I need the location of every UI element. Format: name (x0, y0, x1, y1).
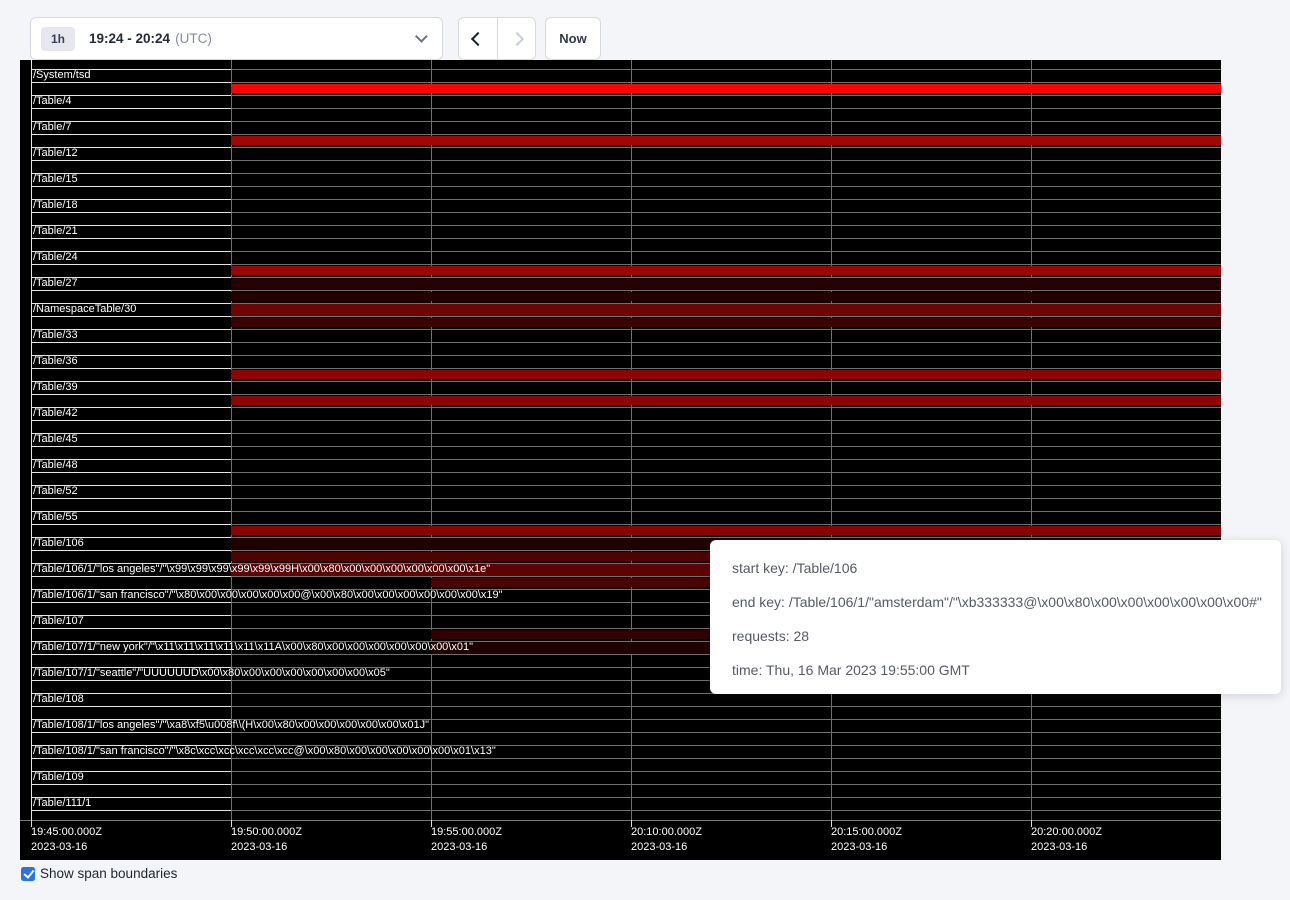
time-nav-group (458, 17, 536, 60)
row-label: /NamespaceTable/30 (33, 303, 136, 316)
heat-band (231, 292, 1221, 301)
row-label: /Table/15 (33, 173, 78, 186)
span-tooltip: start key: /Table/106 end key: /Table/10… (710, 540, 1281, 694)
chevron-right-icon (509, 31, 523, 45)
row-label: /Table/24 (33, 251, 78, 264)
toolbar: 1h 19:24 - 20:24 (UTC) Now (0, 17, 1290, 60)
heat-band (231, 266, 1221, 275)
duration-badge: 1h (41, 27, 75, 51)
row-label: /Table/108/1/"san francisco"/"\x8c\xcc\x… (33, 745, 496, 758)
tooltip-requests: requests: 28 (732, 619, 1263, 653)
heat-band (231, 370, 1221, 379)
row-label: /Table/48 (33, 459, 78, 472)
heat-band (231, 396, 1221, 405)
heat-band-fill (231, 278, 1221, 290)
time-gridline (231, 60, 232, 820)
heat-band (231, 526, 1221, 535)
show-span-boundaries-control[interactable]: Show span boundaries (21, 866, 177, 881)
row-label: /Table/52 (33, 485, 78, 498)
row-label: /Table/21 (33, 225, 78, 238)
time-range-label: 19:24 - 20:24 (89, 31, 170, 46)
row-label: /Table/107/1/"new york"/"\x11\x11\x11\x1… (33, 641, 473, 654)
row-label: /Table/108 (33, 693, 84, 706)
key-visualizer-heatmap[interactable]: /System/tsd/Table/4/Table/7/Table/12/Tab… (20, 60, 1221, 860)
row-label: /Table/106/1/"los angeles"/"\x99\x99\x99… (33, 563, 490, 576)
heat-band (231, 136, 1221, 145)
tooltip-time: time: Thu, 16 Mar 2023 19:55:00 GMT (732, 653, 1263, 687)
now-button[interactable]: Now (545, 17, 601, 60)
row-label: /Table/107 (33, 615, 84, 628)
axis-tick-label: 19:50:00.000Z2023-03-16 (231, 825, 302, 855)
row-label: /Table/18 (33, 199, 78, 212)
row-label: /Table/39 (33, 381, 78, 394)
time-gridline (431, 60, 432, 820)
row-label: /Table/55 (33, 511, 78, 524)
row-label: /Table/7 (33, 121, 72, 134)
axis-tick-label: 19:45:00.000Z2023-03-16 (31, 825, 102, 855)
row-label: /System/tsd (33, 69, 90, 82)
heat-band (231, 318, 1221, 327)
timezone-label: (UTC) (175, 31, 212, 46)
row-label: /Table/4 (33, 95, 72, 108)
time-range-selector[interactable]: 1h 19:24 - 20:24 (UTC) (30, 17, 443, 60)
tooltip-end-key: end key: /Table/106/1/"amsterdam"/"\xb33… (732, 585, 1263, 619)
axis-tick-label: 20:15:00.000Z2023-03-16 (831, 825, 902, 855)
axis-separator (20, 820, 1221, 821)
chevron-down-icon (415, 30, 428, 43)
axis-tick-label: 20:20:00.000Z2023-03-16 (1031, 825, 1102, 855)
next-range-button[interactable] (497, 18, 535, 59)
heat-band (231, 84, 1221, 93)
chart-left-boundary (31, 60, 32, 820)
heat-band-fill (231, 304, 1221, 316)
prev-range-button[interactable] (459, 18, 497, 59)
row-label: /Table/27 (33, 277, 78, 290)
row-label: /Table/42 (33, 407, 78, 420)
row-label: /Table/108/1/"los angeles"/"\xa8\xf5\u00… (33, 719, 429, 732)
row-label: /Table/45 (33, 433, 78, 446)
axis-tick-label: 20:10:00.000Z2023-03-16 (631, 825, 702, 855)
axis-tick-label: 19:55:00.000Z2023-03-16 (431, 825, 502, 855)
row-label: /Table/106/1/"san francisco"/"\x80\x00\x… (33, 589, 503, 602)
show-span-boundaries-label: Show span boundaries (40, 866, 177, 881)
time-gridline (1031, 60, 1032, 820)
tooltip-start-key: start key: /Table/106 (732, 551, 1263, 585)
row-label: /Table/111/1 (33, 797, 91, 810)
row-label: /Table/36 (33, 355, 78, 368)
row-label: /Table/33 (33, 329, 78, 342)
row-label: /Table/109 (33, 771, 84, 784)
chevron-left-icon (471, 31, 485, 45)
show-span-boundaries-checkbox[interactable] (21, 867, 35, 881)
time-gridline (831, 60, 832, 820)
row-label: /Table/12 (33, 147, 78, 160)
row-label: /Table/106 (33, 537, 84, 550)
horizontal-gridlines (31, 69, 1221, 821)
row-label: /Table/107/1/"seattle"/"UUUUUUD\x00\x80\… (33, 667, 390, 680)
time-gridline (631, 60, 632, 820)
